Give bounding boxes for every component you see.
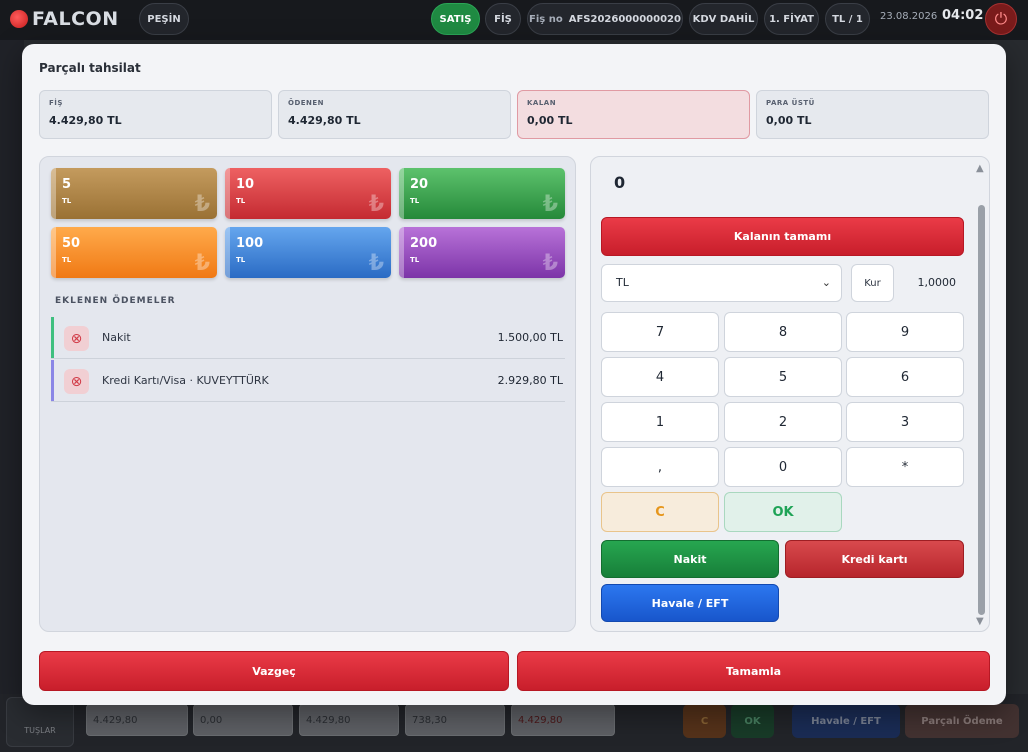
currency-select-value: TL [616,276,629,289]
lira-icon: ₺ [542,192,558,217]
summary-label: FİŞ [49,99,63,107]
price-level-button[interactable]: 1. FİYAT [764,3,819,35]
payment-amount: 1.500,00 TL [497,331,563,344]
mode-fis-button[interactable]: FİŞ [485,3,521,35]
key-5[interactable]: 5 [724,357,842,397]
banknote-20-button[interactable]: 20 TL ₺ [399,168,565,219]
key-0[interactable]: 0 [724,447,842,487]
exchange-rate-button[interactable]: Kur [851,264,894,302]
key-7[interactable]: 7 [601,312,719,352]
key-9[interactable]: 9 [846,312,964,352]
mode-satis-button[interactable]: SATIŞ [431,3,480,35]
key-4[interactable]: 4 [601,357,719,397]
banknote-currency: TL [236,256,246,264]
payment-name: Kredi Kartı/Visa · KUVEYTTÜRK [102,374,269,387]
remove-payment-icon[interactable]: ⊗ [64,326,89,351]
banknote-currency: TL [410,197,420,205]
key-comma[interactable]: , [601,447,719,487]
payment-row: ⊗ Nakit 1.500,00 TL [51,317,565,359]
receipt-number-label: Fiş no [529,13,563,25]
clear-key[interactable]: C [601,492,719,532]
receipt-number-pill[interactable]: Fiş no AFS2026000000020 [527,3,683,35]
brand-name: FALCON [32,8,119,30]
summary-value: 4.429,80 TL [288,114,361,127]
tamamla-button[interactable]: Tamamla [517,651,990,691]
scroll-down-icon[interactable]: ▼ [976,616,984,627]
current-time: 04:02 [942,8,984,23]
banknote-currency: TL [62,256,72,264]
banknote-10-button[interactable]: 10 TL ₺ [225,168,391,219]
summary-label: PARA ÜSTÜ [766,99,815,107]
keypad-scrollbar[interactable]: ▲ ▼ [975,163,987,627]
brand-logo: FALCON [10,6,119,32]
payment-type-bar [51,360,54,401]
banknote-value: 100 [236,236,264,251]
lira-icon: ₺ [368,251,384,276]
banknote-value: 10 [236,177,255,192]
power-icon[interactable]: ⏻ [985,3,1017,35]
key-6[interactable]: 6 [846,357,964,397]
modal-title: Parçalı tahsilat [39,61,141,75]
summary-value: 0,00 TL [766,114,812,127]
key-multiply[interactable]: * [846,447,964,487]
summary-value: 0,00 TL [527,114,573,127]
lira-icon: ₺ [542,251,558,276]
currency-button[interactable]: TL / 1 [825,3,870,35]
quick-cash-panel: 5 TL ₺ 10 TL ₺ 20 TL ₺ 50 TL ₺ 100 TL ₺ … [39,156,576,632]
currency-select[interactable]: TL ⌄ [601,264,842,302]
banknote-200-button[interactable]: 200 TL ₺ [399,227,565,278]
ok-key[interactable]: OK [724,492,842,532]
chevron-down-icon: ⌄ [821,276,831,289]
banknote-value: 50 [62,236,81,251]
scroll-up-icon[interactable]: ▲ [976,163,984,174]
exchange-rate-value: 1,0000 [917,276,957,289]
nakit-button[interactable]: Nakit [601,540,779,578]
remove-payment-icon[interactable]: ⊗ [64,369,89,394]
partial-payment-modal: Parçalı tahsilat FİŞ 4.429,80 TL ÖDENEN … [22,44,1006,705]
summary-kalan: KALAN 0,00 TL [517,90,750,139]
summary-label: KALAN [527,99,557,107]
kdv-toggle-button[interactable]: KDV DAHİL [689,3,758,35]
havale-eft-button[interactable]: Havale / EFT [601,584,779,622]
payment-type-bar [51,317,54,358]
key-1[interactable]: 1 [601,402,719,442]
summary-fis: FİŞ 4.429,80 TL [39,90,272,139]
lira-icon: ₺ [194,251,210,276]
payment-amount: 2.929,80 TL [497,374,563,387]
banknote-currency: TL [236,197,246,205]
top-bar: FALCON PEŞİN SATIŞ FİŞ Fiş no AFS2026000… [0,0,1028,38]
banknote-50-button[interactable]: 50 TL ₺ [51,227,217,278]
banknote-currency: TL [62,197,72,205]
banknote-5-button[interactable]: 5 TL ₺ [51,168,217,219]
banknote-currency: TL [410,256,420,264]
added-payments-title: EKLENEN ÖDEMELER [55,296,176,306]
banknote-value: 20 [410,177,429,192]
banknote-value: 200 [410,236,438,251]
key-2[interactable]: 2 [724,402,842,442]
scrollbar-thumb[interactable] [978,205,985,615]
summary-para-ustu: PARA ÜSTÜ 0,00 TL [756,90,989,139]
banknote-100-button[interactable]: 100 TL ₺ [225,227,391,278]
banknote-value: 5 [62,177,72,192]
kalanin-tamami-button[interactable]: Kalanın tamamı [601,217,964,256]
key-8[interactable]: 8 [724,312,842,352]
current-date: 23.08.2026 [880,11,938,22]
payment-type-pesin-button[interactable]: PEŞİN [139,3,189,35]
summary-label: ÖDENEN [288,99,325,107]
falcon-logo-icon [10,10,28,28]
keypad-panel: 0 Kalanın tamamı TL ⌄ Kur 1,0000 7 8 9 4… [590,156,990,632]
payment-row: ⊗ Kredi Kartı/Visa · KUVEYTTÜRK 2.929,80… [51,360,565,402]
summary-odenen: ÖDENEN 4.429,80 TL [278,90,511,139]
lira-icon: ₺ [194,192,210,217]
lira-icon: ₺ [368,192,384,217]
key-3[interactable]: 3 [846,402,964,442]
summary-value: 4.429,80 TL [49,114,122,127]
payment-name: Nakit [102,331,131,344]
amount-display: 0 [614,173,626,192]
receipt-number-value: AFS2026000000020 [568,13,681,25]
vazgec-button[interactable]: Vazgeç [39,651,509,691]
kredi-karti-button[interactable]: Kredi kartı [785,540,964,578]
